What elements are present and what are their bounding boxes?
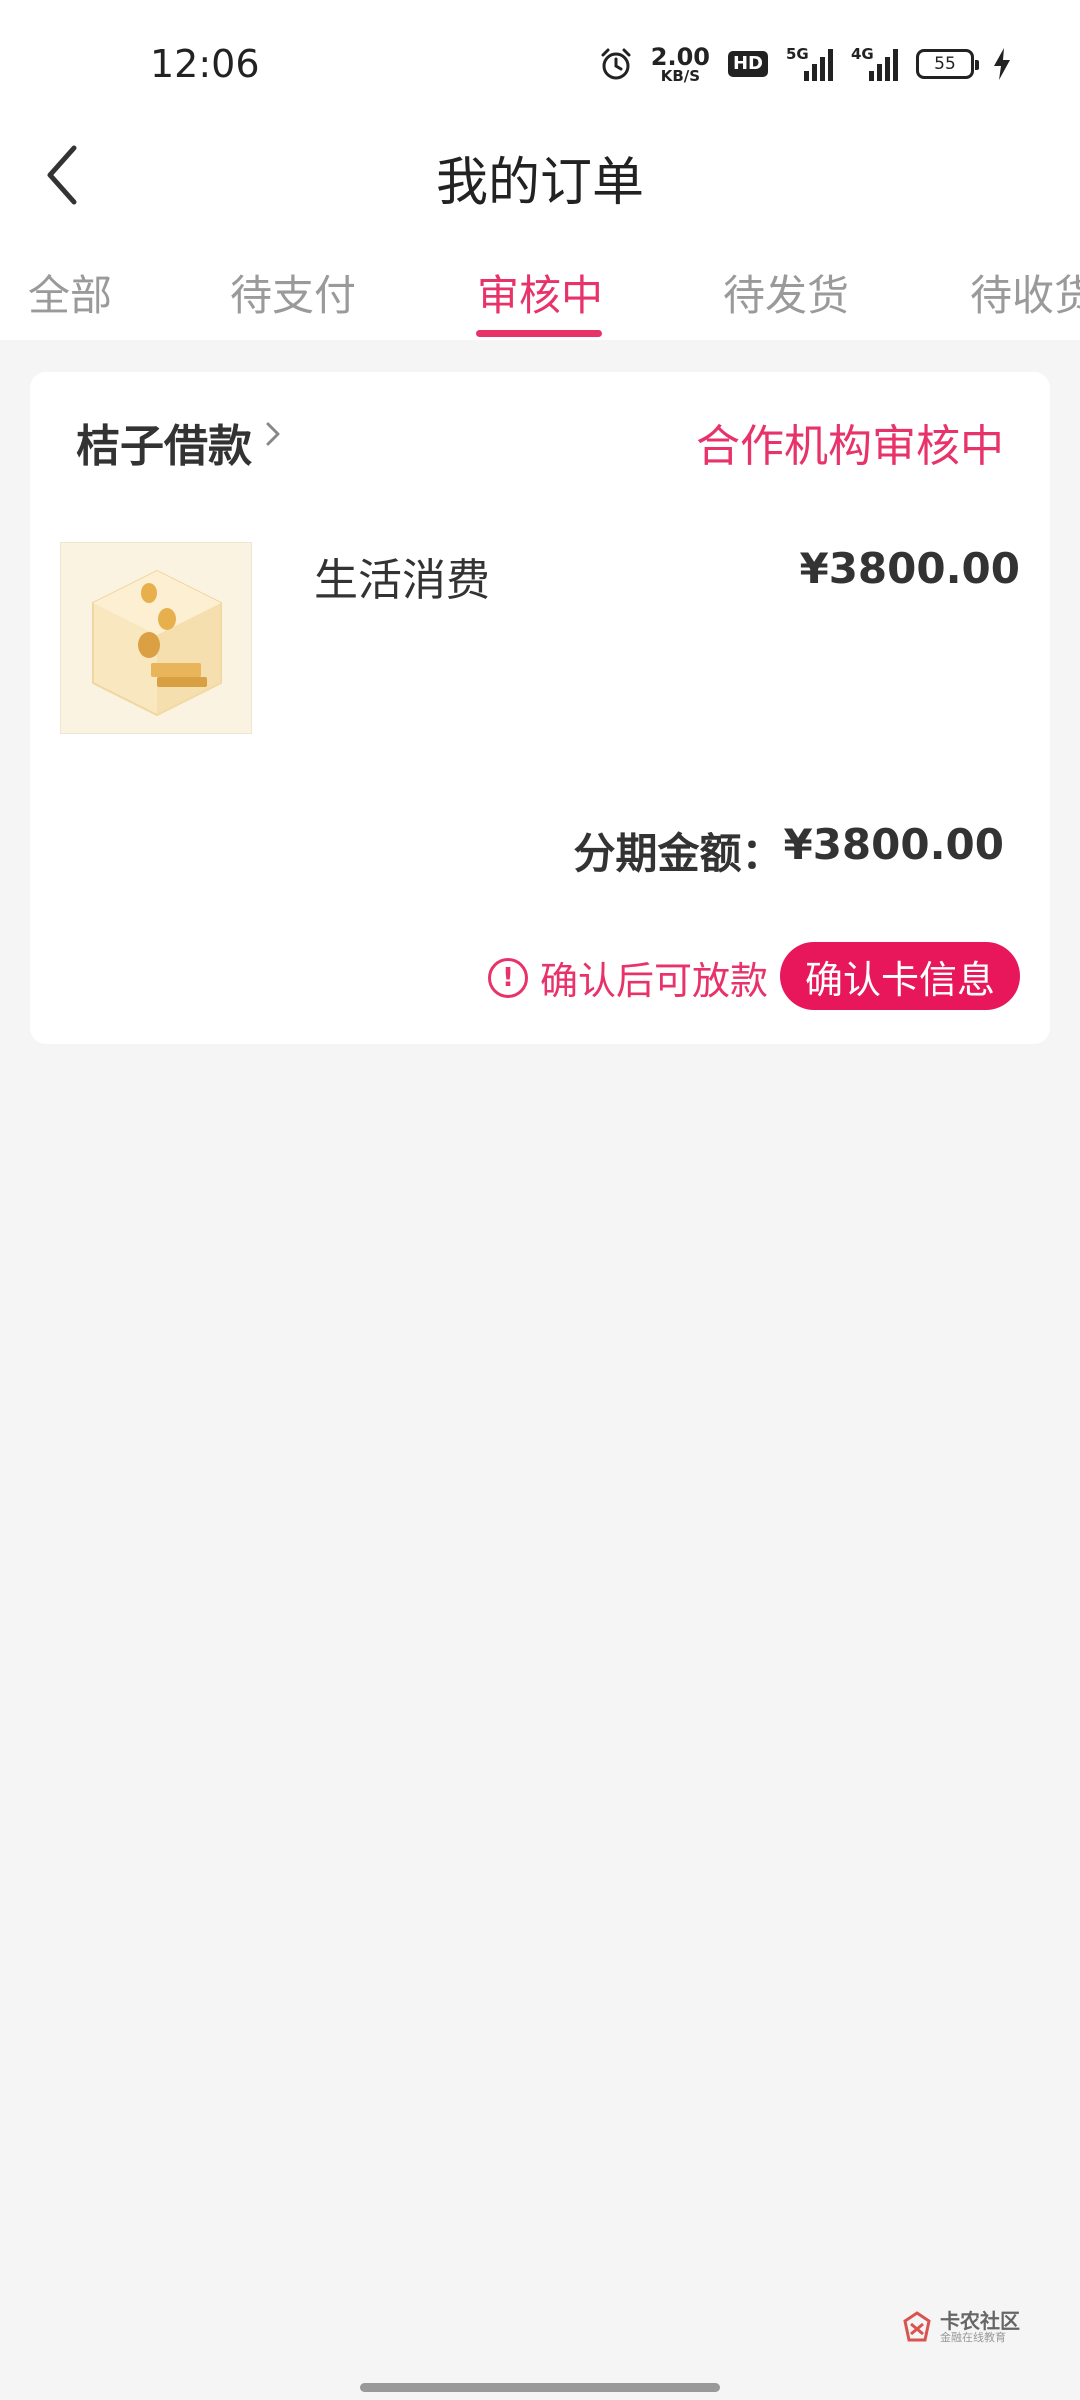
top-area: 12:06 2.00 KB/S HD 5G 4G 55 我的订单 全部 待支付 … (0, 0, 1080, 340)
merchant-name[interactable]: 桔子借款 (76, 410, 252, 474)
tab-pending-receipt[interactable]: 待收货 (970, 262, 1080, 323)
product-thumbnail (60, 542, 252, 734)
order-status: 合作机构审核中 (696, 421, 1004, 472)
watermark-logo-icon (903, 2311, 931, 2342)
watermark-main: 卡农社区 (940, 2309, 1020, 2333)
installment-amount: ¥3800.00 (783, 820, 1004, 869)
alert-circle-icon: ! (488, 957, 528, 998)
confirm-card-info-button[interactable]: 确认卡信息 (780, 942, 1020, 1010)
order-card[interactable]: 桔子借款 合作机构审核中 生活消费 ¥3800.00 分期金额： ¥3800.0… (30, 372, 1050, 1044)
product-box-icon (92, 569, 222, 717)
tab-pending-shipment[interactable]: 待发货 (723, 262, 849, 323)
network-speed: 2.00 KB/S (651, 45, 710, 84)
hd-badge: HD (727, 51, 768, 77)
tab-under-review[interactable]: 审核中 (477, 262, 603, 323)
status-time: 12:06 (150, 42, 260, 86)
page-title: 我的订单 (435, 153, 644, 213)
signal-5g-label: 5G (786, 45, 809, 63)
signal-4g-icon: 4G (851, 45, 898, 81)
charging-icon (994, 48, 1010, 80)
notice-text: 确认后可放款 (540, 959, 769, 1003)
tab-all[interactable]: 全部 (28, 262, 112, 323)
chevron-right-icon[interactable] (262, 416, 286, 452)
net-speed-value: 2.00 (650, 42, 710, 71)
active-tab-indicator (476, 330, 602, 337)
installment-amount-row: 分期金额： ¥3800.00 (573, 820, 1004, 881)
status-icons: 2.00 KB/S HD 5G 4G 55 (599, 44, 1012, 84)
product-name: 生活消费 (314, 555, 490, 606)
watermark: 卡农社区 金融在线教育 (900, 2310, 1020, 2344)
installment-label: 分期金额： (573, 829, 784, 878)
battery-level: 55 (934, 54, 956, 74)
battery-icon: 55 (916, 49, 979, 79)
signal-4g-label: 4G (851, 45, 874, 63)
net-speed-unit: KB/S (660, 66, 701, 85)
order-tabs: 全部 待支付 审核中 待发货 待收货 (0, 262, 1080, 340)
release-notice: ! 确认后可放款 (488, 950, 768, 1005)
signal-5g-icon: 5G (786, 45, 833, 81)
watermark-sub: 金融在线教育 (940, 2331, 1006, 2344)
tab-pending-payment[interactable]: 待支付 (230, 262, 356, 323)
product-price: ¥3800.00 (799, 544, 1020, 593)
alarm-icon (601, 48, 631, 80)
home-indicator[interactable] (360, 2383, 720, 2392)
